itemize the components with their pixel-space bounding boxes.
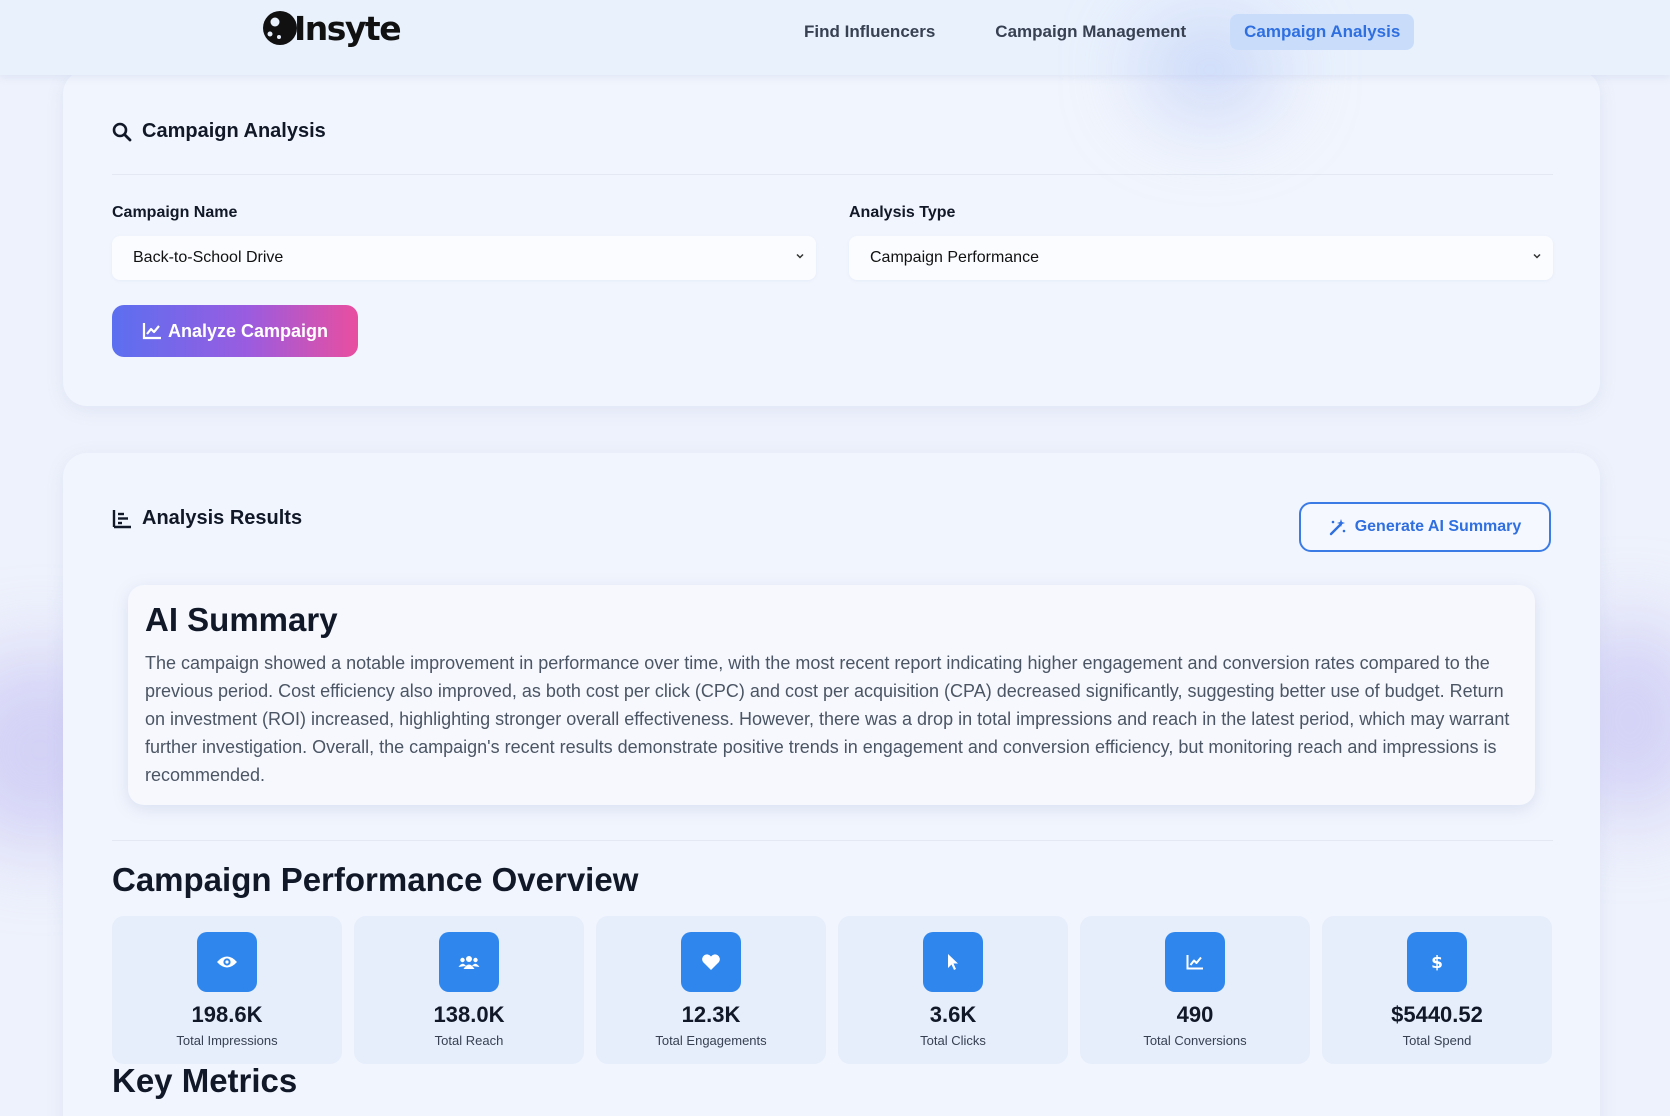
dollar-icon: $ (1407, 932, 1467, 992)
nav-campaign-analysis[interactable]: Campaign Analysis (1230, 14, 1415, 50)
key-metrics-title: Key Metrics (112, 1062, 298, 1099)
logo[interactable]: Insyte (262, 8, 402, 48)
chevron-down-icon (1533, 253, 1541, 259)
logo-mark-icon (263, 11, 297, 45)
metric-card-reach: 138.0K Total Reach (354, 916, 584, 1064)
divider (112, 840, 1553, 841)
ai-summary-title: AI Summary (145, 601, 338, 638)
metric-card-clicks: 3.6K Total Clicks (838, 916, 1068, 1064)
metric-label: Total Reach (434, 1033, 504, 1048)
metric-label: Total Spend (1402, 1033, 1472, 1048)
eye-icon (197, 932, 257, 992)
metric-value: $5440.52 (1391, 1002, 1483, 1027)
campaign-name-label: Campaign Name (112, 204, 238, 221)
analysis-type-select[interactable]: Campaign Performance (849, 236, 1553, 280)
metric-card-spend: $ $5440.52 Total Spend (1322, 916, 1552, 1064)
campaign-analysis-title: Campaign Analysis (142, 120, 326, 142)
chevron-down-icon (796, 253, 804, 259)
divider (112, 174, 1553, 175)
search-icon (112, 122, 132, 141)
users-icon (439, 932, 499, 992)
heart-icon (681, 932, 741, 992)
campaign-name-select[interactable]: Back-to-School Drive (112, 236, 816, 280)
metric-label: Total Clicks (920, 1033, 986, 1048)
nav-find-influencers[interactable]: Find Influencers (790, 14, 949, 50)
generate-ai-summary-button[interactable]: Generate AI Summary (1299, 502, 1551, 552)
campaign-analysis-heading: Campaign Analysis (112, 120, 326, 143)
bar-list-icon (112, 509, 131, 528)
metric-value: 490 (1176, 1002, 1214, 1027)
nav-campaign-management[interactable]: Campaign Management (981, 14, 1200, 50)
metric-card-engagements: 12.3K Total Engagements (596, 916, 826, 1064)
metric-value: 138.0K (433, 1002, 505, 1027)
main-nav: Find Influencers Campaign Management Cam… (790, 14, 1415, 50)
magic-wand-icon (1329, 519, 1346, 536)
analysis-results-title: Analysis Results (142, 507, 303, 529)
performance-overview-title: Campaign Performance Overview (112, 861, 639, 898)
analysis-type-label: Analysis Type (849, 204, 956, 221)
svg-text:$: $ (1431, 953, 1443, 972)
chart-line-icon (142, 323, 161, 340)
metric-label: Total Conversions (1143, 1033, 1247, 1048)
top-navbar: Insyte Find Influencers Campaign Managem… (0, 0, 1670, 120)
metric-value: 3.6K (929, 1002, 977, 1027)
metric-label: Total Engagements (655, 1033, 767, 1048)
metric-value: 12.3K (681, 1002, 741, 1027)
metric-card-impressions: 198.6K Total Impressions (112, 916, 342, 1064)
chart-line-icon (1165, 932, 1225, 992)
metrics-grid: 198.6K Total Impressions 138.0K Total Re… (112, 916, 1552, 1064)
metric-value: 198.6K (191, 1002, 263, 1027)
generate-ai-summary-label: Generate AI Summary (1354, 518, 1522, 535)
campaign-name-value: Back-to-School Drive (133, 249, 284, 266)
ai-summary-panel: AI Summary The campaign showed a notable… (128, 585, 1535, 805)
analyze-campaign-button[interactable]: Analyze Campaign (112, 305, 358, 357)
ai-summary-text: The campaign showed a notable improvemen… (145, 653, 1510, 785)
logo-text: Insyte (294, 8, 402, 48)
metric-label: Total Impressions (176, 1033, 278, 1048)
metric-card-conversions: 490 Total Conversions (1080, 916, 1310, 1064)
cursor-icon (923, 932, 983, 992)
analysis-results-heading: Analysis Results (112, 507, 302, 530)
analyze-campaign-label: Analyze Campaign (167, 320, 329, 341)
analysis-type-value: Campaign Performance (870, 249, 1039, 266)
